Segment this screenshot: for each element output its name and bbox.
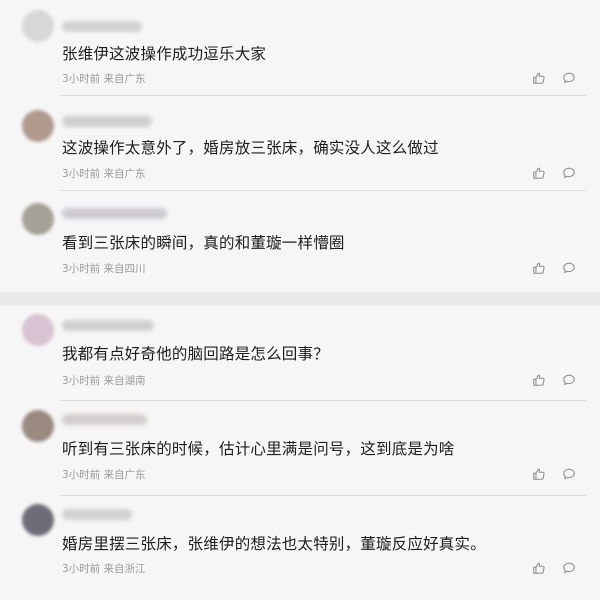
username-blurred[interactable] — [62, 320, 154, 331]
username-blurred[interactable] — [62, 116, 152, 127]
comment-meta: 3小时前 来自广东 — [62, 71, 146, 86]
comment-meta: 3小时前 来自广东 — [62, 467, 146, 482]
thumbs-up-icon[interactable] — [531, 466, 546, 481]
avatar[interactable] — [22, 10, 54, 42]
username-blurred[interactable] — [62, 21, 142, 32]
comment-item: 婚房里摆三张床，张维伊的想法也太特别，董璇反应好真实。 3小时前 来自浙江 — [0, 496, 600, 591]
username-blurred[interactable] — [62, 509, 132, 520]
comment-text: 听到有三张床的时候，估计心里满是问号，这到底是为啥 — [62, 440, 455, 458]
thumbs-up-icon[interactable] — [531, 260, 546, 275]
comment-item: 听到有三张床的时候，估计心里满是问号，这到底是为啥 3小时前 来自广东 — [0, 401, 600, 496]
avatar[interactable] — [22, 110, 54, 142]
comment-text: 张维伊这波操作成功逗乐大家 — [62, 45, 267, 63]
comment-bubble-icon[interactable] — [561, 260, 576, 275]
comment-item: 张维伊这波操作成功逗乐大家 3小时前 来自广东 — [0, 0, 600, 95]
comment-time: 3小时前 — [62, 375, 101, 387]
comment-time: 3小时前 — [62, 563, 101, 575]
thumbs-up-icon[interactable] — [531, 70, 546, 85]
comment-item: 这波操作太意外了，婚房放三张床，确实没人这么做过 3小时前 来自广东 — [0, 96, 600, 191]
comment-location: 来自广东 — [103, 73, 146, 85]
comment-meta: 3小时前 来自四川 — [62, 261, 146, 276]
comment-text: 我都有点好奇他的脑回路是怎么回事？ — [62, 345, 329, 363]
avatar[interactable] — [22, 504, 54, 536]
comment-location: 来自广东 — [103, 469, 146, 481]
thumbs-up-icon[interactable] — [531, 560, 546, 575]
username-blurred[interactable] — [62, 414, 147, 425]
username-blurred[interactable] — [62, 208, 167, 219]
comment-meta: 3小时前 来自湖南 — [62, 373, 146, 388]
comment-location: 来自四川 — [103, 263, 146, 275]
comment-text: 婚房里摆三张床，张维伊的想法也太特别，董璇反应好真实。 — [62, 535, 486, 553]
avatar[interactable] — [22, 314, 54, 346]
avatar[interactable] — [22, 410, 54, 442]
thumbs-up-icon[interactable] — [531, 372, 546, 387]
comment-time: 3小时前 — [62, 469, 101, 481]
comment-item: 我都有点好奇他的脑回路是怎么回事？ 3小时前 来自湖南 — [0, 306, 600, 401]
comment-bubble-icon[interactable] — [561, 70, 576, 85]
comment-location: 来自广东 — [103, 168, 146, 180]
comment-time: 3小时前 — [62, 263, 101, 275]
comment-location: 来自湖南 — [103, 375, 146, 387]
comment-bubble-icon[interactable] — [561, 466, 576, 481]
comment-bubble-icon[interactable] — [561, 372, 576, 387]
comment-location: 来自浙江 — [103, 563, 146, 575]
comment-item: 看到三张床的瞬间，真的和董璇一样懵圈 3小时前 来自四川 — [0, 191, 600, 286]
thumbs-up-icon[interactable] — [531, 165, 546, 180]
comment-meta: 3小时前 来自浙江 — [62, 561, 146, 576]
avatar[interactable] — [22, 203, 54, 235]
comment-meta: 3小时前 来自广东 — [62, 166, 146, 181]
comment-text: 看到三张床的瞬间，真的和董璇一样懵圈 — [62, 234, 345, 252]
comment-bubble-icon[interactable] — [561, 165, 576, 180]
comment-time: 3小时前 — [62, 168, 101, 180]
comment-text: 这波操作太意外了，婚房放三张床，确实没人这么做过 — [62, 139, 439, 157]
comment-bubble-icon[interactable] — [561, 560, 576, 575]
comment-time: 3小时前 — [62, 73, 101, 85]
section-gap — [0, 292, 600, 306]
